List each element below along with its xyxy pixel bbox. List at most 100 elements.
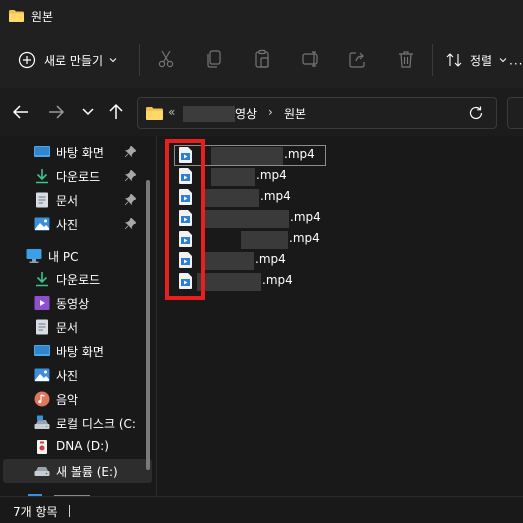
refresh-icon[interactable]	[468, 105, 484, 121]
sidebar-item-label: 바탕 화면	[56, 345, 104, 359]
file-extension: .mp4	[256, 168, 287, 182]
status-separator	[69, 505, 70, 517]
pin-icon	[125, 170, 136, 181]
videos-icon	[34, 296, 50, 310]
plus-circle-icon	[18, 51, 36, 69]
sidebar-item-label: 동영상	[56, 297, 90, 311]
recent-locations-chevron-icon[interactable]	[78, 102, 98, 122]
search-box[interactable]	[507, 97, 523, 129]
sort-icon	[446, 53, 462, 67]
drive-icon	[34, 467, 50, 476]
sort-label: 정렬	[470, 53, 493, 68]
pin-icon	[125, 194, 136, 205]
sidebar-item-label: 다운로드	[56, 170, 101, 184]
file-extension: .mp4	[289, 231, 320, 245]
file-extension: .mp4	[290, 210, 321, 224]
blurred-filename	[211, 147, 283, 165]
item-count: 7개 항목	[13, 505, 58, 519]
sidebar-item-partial	[24, 488, 104, 496]
pin-icon	[125, 218, 136, 229]
sidebar-scrollbar[interactable]	[146, 180, 150, 470]
pictures-icon	[34, 217, 50, 231]
navigation-pane: 바탕 화면 다운로드 문서 사진 내 PC 다운로드 동영상 문서 바탕 화면 …	[0, 136, 156, 496]
sidebar-item-downloads[interactable]: 다운로드	[0, 267, 150, 291]
new-button-label: 새로 만들기	[44, 53, 104, 68]
more-options-button[interactable]: ···	[509, 57, 523, 71]
sidebar-item-label: 음악	[56, 393, 79, 407]
status-bar: 7개 항목	[0, 496, 523, 523]
desktop-icon	[34, 146, 50, 157]
cut-icon[interactable]	[156, 49, 176, 69]
toolbar-separator	[139, 44, 140, 76]
pin-icon	[125, 146, 136, 157]
chevron-down-icon	[499, 58, 507, 63]
sidebar-item-label: 새 볼륨 (E:)	[56, 465, 118, 479]
navigation-bar: « 영상 › 원본	[0, 88, 523, 136]
sidebar-item-label: DNA (D:)	[56, 439, 109, 453]
up-arrow-icon[interactable]	[106, 102, 126, 122]
usb-drive-icon	[37, 440, 47, 454]
sidebar-item-downloads-quick[interactable]: 다운로드	[0, 164, 150, 188]
sidebar-item-label: 문서	[56, 194, 79, 208]
music-icon	[34, 391, 50, 407]
sidebar-item-dna-d[interactable]: DNA (D:)	[0, 435, 150, 459]
pictures-icon	[34, 368, 50, 382]
file-extension: .mp4	[255, 252, 286, 266]
desktop-icon	[34, 345, 50, 356]
sidebar-item-new-volume-e[interactable]: 새 볼륨 (E:)	[3, 459, 152, 483]
folder-icon	[9, 10, 24, 22]
sidebar-item-label: 사진	[56, 218, 79, 232]
file-extension: .mp4	[260, 189, 291, 203]
sidebar-item-label: 바탕 화면	[56, 146, 104, 160]
sidebar-item-label: 내 PC	[48, 250, 79, 264]
blurred-filename	[211, 168, 255, 186]
file-extension: .mp4	[262, 273, 293, 287]
file-extension: .mp4	[284, 147, 315, 161]
share-icon[interactable]	[348, 49, 368, 69]
sidebar-item-pictures[interactable]: 사진	[0, 363, 150, 387]
rename-icon[interactable]	[301, 49, 321, 69]
breadcrumb-overflow[interactable]: «	[168, 105, 175, 119]
window-title: 원본	[31, 9, 54, 24]
breadcrumb-current[interactable]: 원본	[284, 105, 306, 122]
blurred-filename	[203, 210, 289, 228]
sidebar-item-documents-quick[interactable]: 문서	[0, 188, 150, 212]
paste-icon[interactable]	[252, 49, 272, 69]
delete-icon[interactable]	[396, 49, 416, 69]
command-bar: 새로 만들기 정렬 ···	[0, 32, 523, 88]
sidebar-item-label: 로컬 디스크 (C:	[56, 417, 136, 431]
copy-icon[interactable]	[204, 49, 224, 69]
monitor-icon	[26, 249, 42, 263]
blurred-filename	[203, 252, 254, 270]
breadcrumb-separator: ›	[268, 105, 273, 119]
blurred-breadcrumb	[183, 106, 235, 122]
sidebar-item-pictures-quick[interactable]: 사진	[0, 212, 150, 236]
sidebar-item-documents[interactable]: 문서	[0, 315, 150, 339]
download-icon	[36, 169, 48, 184]
title-bar: 원본	[0, 0, 523, 32]
breadcrumb-videos[interactable]: 영상	[235, 105, 257, 122]
sort-button[interactable]: 정렬	[446, 48, 515, 72]
sidebar-item-desktop[interactable]: 바탕 화면	[0, 339, 150, 363]
forward-arrow-icon[interactable]	[46, 102, 66, 122]
sidebar-item-music[interactable]: 음악	[0, 387, 150, 411]
download-icon	[36, 272, 48, 287]
sidebar-item-label: 문서	[56, 321, 79, 335]
sidebar-item-this-pc[interactable]: 내 PC	[0, 244, 150, 268]
blurred-filename	[197, 273, 261, 291]
file-list: .mp4 .mp4 .mp4 .mp4 .mp4 .mp4 .mp4	[157, 136, 523, 496]
blurred-filename	[241, 231, 288, 249]
document-icon	[36, 192, 48, 208]
address-bar[interactable]: « 영상 › 원본	[137, 97, 497, 129]
red-highlight-box	[165, 139, 205, 300]
chevron-down-icon	[109, 58, 117, 63]
sidebar-item-videos[interactable]: 동영상	[0, 291, 150, 315]
blurred-filename	[203, 189, 259, 207]
back-arrow-icon[interactable]	[11, 102, 31, 122]
folder-icon	[146, 107, 163, 120]
sidebar-item-local-disk-c[interactable]: 로컬 디스크 (C:	[0, 411, 150, 435]
sidebar-item-desktop-quick[interactable]: 바탕 화면	[0, 140, 150, 164]
new-button[interactable]: 새로 만들기	[18, 48, 117, 72]
toolbar-separator	[432, 44, 433, 76]
document-icon	[36, 319, 48, 335]
